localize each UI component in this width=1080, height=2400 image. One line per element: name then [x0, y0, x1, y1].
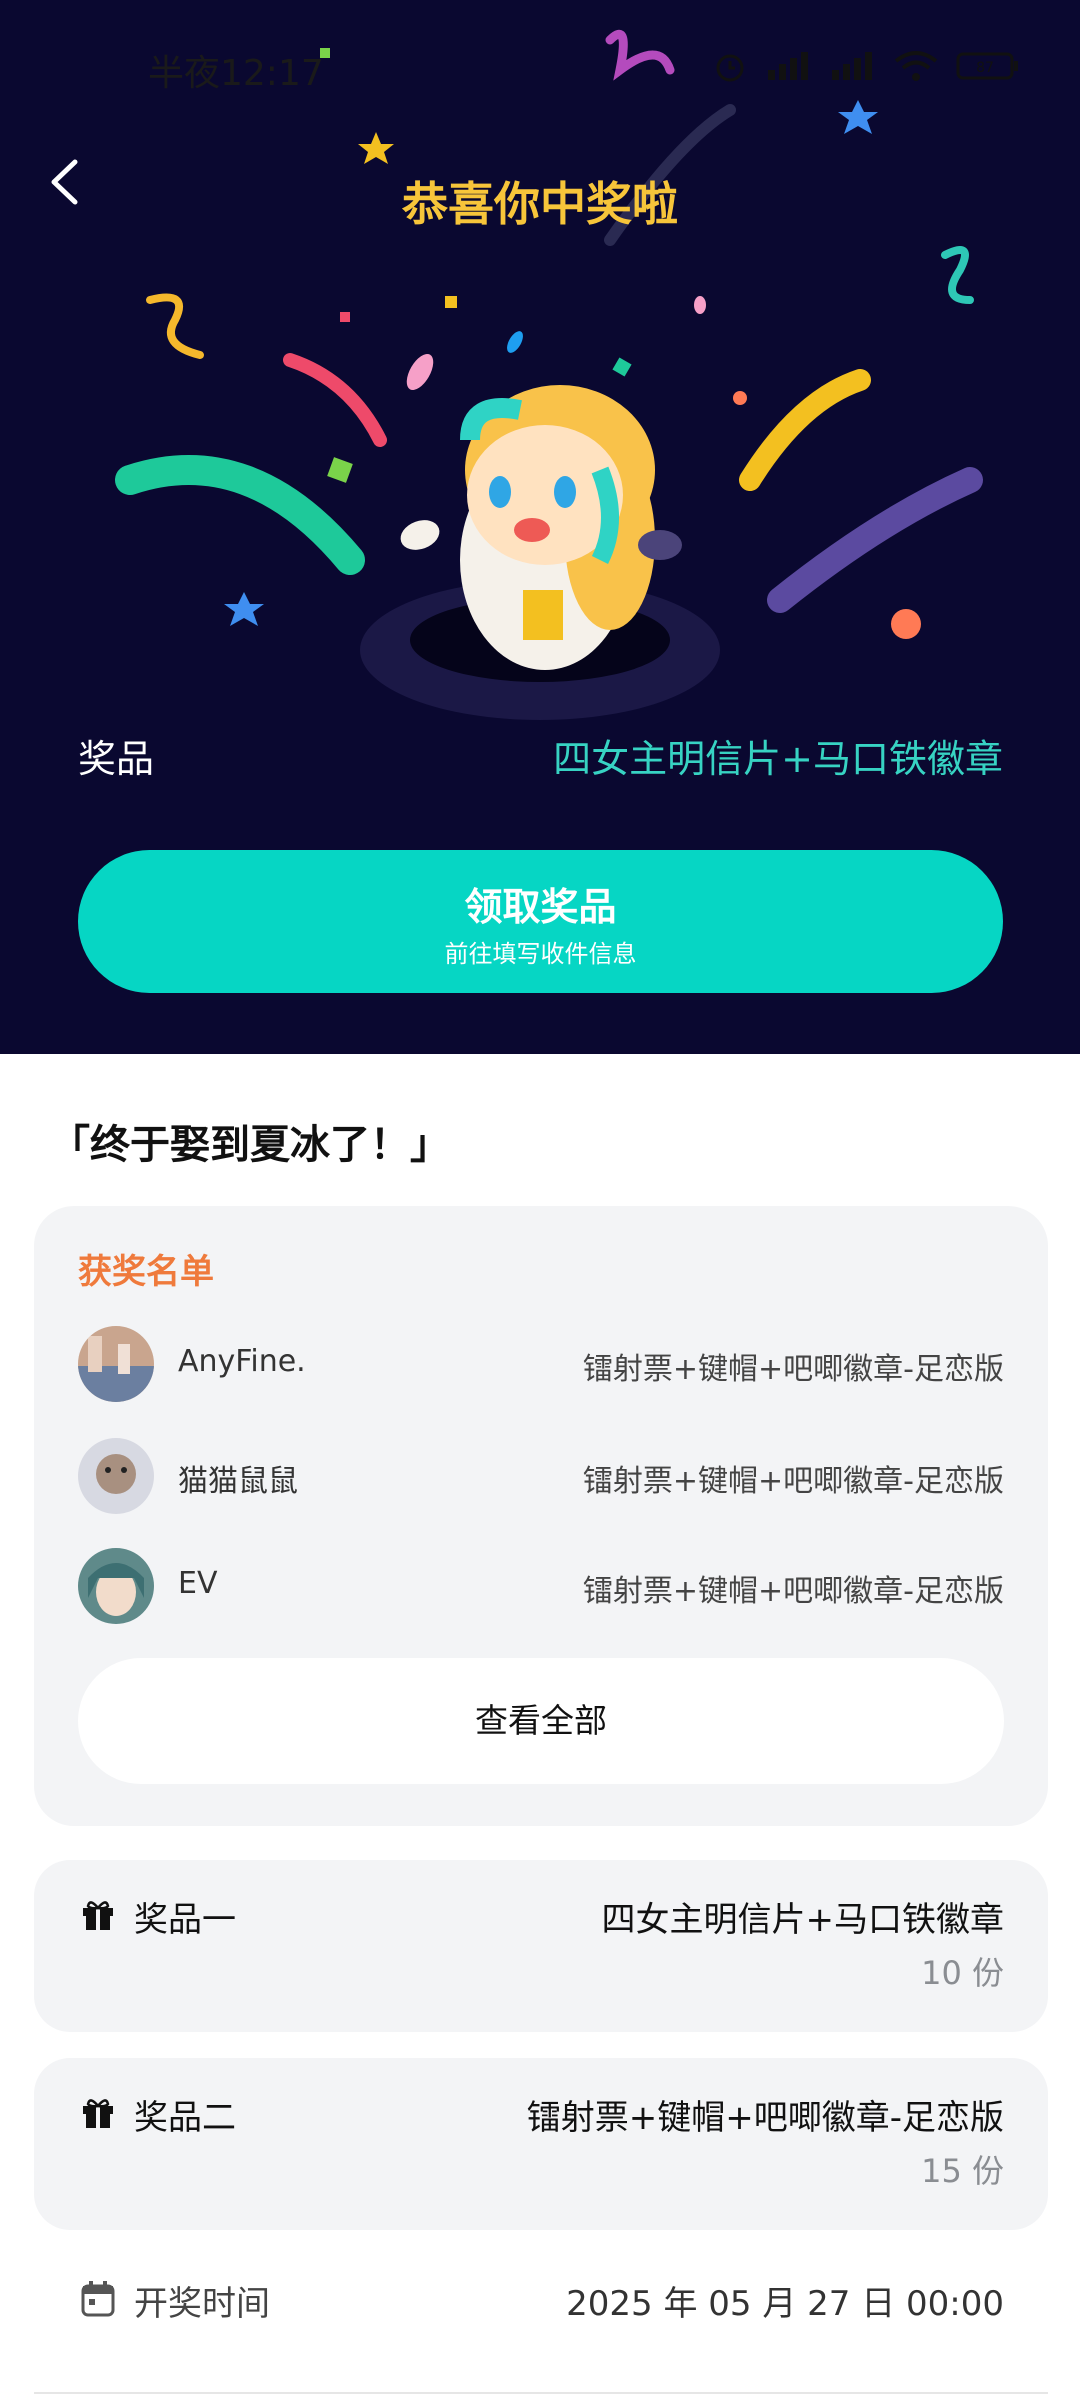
alarm-icon: [716, 54, 744, 82]
winner-row[interactable]: 猫猫鼠鼠 镭射票+键帽+吧唧徽章-足恋版: [78, 1438, 1004, 1518]
prize-card-count: 15 份: [921, 2152, 1004, 2190]
prize-label: 奖品: [78, 737, 155, 781]
hero-banner: 半夜12:17 87 恭喜你中奖啦 奖品 四女主明信片+马口铁徽章 领取奖品 前…: [0, 0, 1080, 1054]
signal-icon: [768, 52, 808, 80]
battery-level: 87: [976, 60, 994, 76]
view-all-button[interactable]: 查看全部: [78, 1658, 1004, 1784]
winner-name: 猫猫鼠鼠: [178, 1464, 298, 1499]
wifi-icon: [894, 51, 938, 81]
prize-card-value: 镭射票+键帽+吧唧徽章-足恋版: [526, 2098, 1004, 2138]
winner-row[interactable]: AnyFine. 镭射票+键帽+吧唧徽章-足恋版: [78, 1326, 1004, 1406]
prize-card-count: 10 份: [921, 1954, 1004, 1992]
status-icons: 87: [712, 46, 1020, 86]
status-bar: 半夜12:17 87: [0, 0, 1080, 130]
draw-time-label: 开奖时间: [134, 2284, 270, 2324]
gift-icon: [83, 1901, 113, 1930]
winning-quote: 「终于娶到夏冰了！」: [50, 1122, 450, 1168]
avatar: [78, 1548, 154, 1624]
prize-value: 四女主明信片+马口铁徽章: [553, 737, 1003, 781]
winner-name: AnyFine.: [178, 1344, 306, 1379]
prize-card-value: 四女主明信片+马口铁徽章: [601, 1900, 1005, 1940]
claim-prize-sublabel: 前往填写收件信息: [444, 940, 637, 968]
prize-row: 奖品 四女主明信片+马口铁徽章: [78, 728, 1003, 788]
winners-card: 获奖名单 AnyFine. 镭射票+键帽+吧唧徽章-足恋版 猫猫鼠鼠 镭射票+键…: [34, 1206, 1048, 1826]
page-title: 恭喜你中奖啦: [402, 177, 678, 231]
draw-time-row: 开奖时间 2025 年 05 月 27 日 00:00: [34, 2268, 1048, 2348]
claim-prize-label: 领取奖品: [464, 885, 617, 929]
winner-prize: 镭射票+键帽+吧唧徽章-足恋版: [582, 1352, 1004, 1387]
divider: [34, 2392, 1048, 2394]
prize-card-label: 奖品一: [134, 1900, 236, 1940]
status-time: 半夜12:17: [148, 53, 324, 94]
winner-row[interactable]: EV 镭射票+键帽+吧唧徽章-足恋版: [78, 1548, 1004, 1628]
avatar: [78, 1326, 154, 1402]
gift-icon: [83, 2099, 113, 2128]
winner-name: EV: [178, 1566, 218, 1601]
prize-card-label: 奖品二: [134, 2098, 236, 2138]
calendar-icon: [81, 2281, 115, 2317]
avatar: [78, 1438, 154, 1514]
battery-icon: 87: [956, 52, 1018, 80]
draw-time-value: 2025 年 05 月 27 日 00:00: [566, 2284, 1004, 2324]
prize-card-2: 奖品二 镭射票+键帽+吧唧徽章-足恋版 15 份: [34, 2058, 1048, 2230]
claim-prize-button[interactable]: 领取奖品 前往填写收件信息: [78, 850, 1003, 993]
winner-prize: 镭射票+键帽+吧唧徽章-足恋版: [582, 1574, 1004, 1609]
winners-title: 获奖名单: [78, 1252, 214, 1292]
signal-icon-2: [832, 52, 872, 80]
prize-card-1: 奖品一 四女主明信片+马口铁徽章 10 份: [34, 1860, 1048, 2032]
winner-prize: 镭射票+键帽+吧唧徽章-足恋版: [582, 1464, 1004, 1499]
